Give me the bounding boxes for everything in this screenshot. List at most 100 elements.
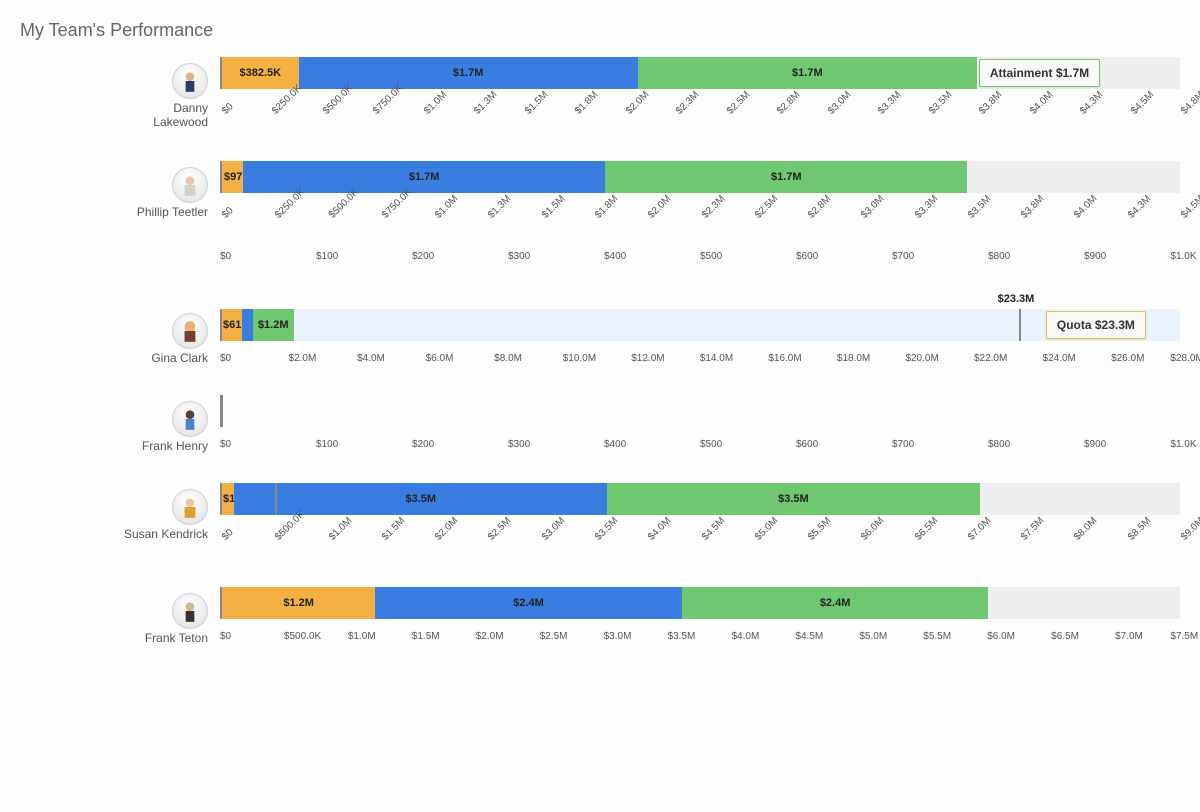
axis: $0 $2.0M $4.0M $6.0M $8.0M $10.0M $12.0M…: [220, 343, 1180, 365]
tick: $5.0M: [859, 631, 887, 642]
segment-blue: $2.4M: [375, 587, 682, 619]
tick: $1.0M: [348, 631, 376, 642]
tick: $4.5M: [700, 515, 727, 542]
tick: $9.0M: [1179, 515, 1200, 542]
tick: $7.5M: [1019, 515, 1046, 542]
tick: $2.5M: [753, 193, 780, 220]
tick: $0: [220, 205, 236, 221]
tick: $1.0M: [327, 515, 354, 542]
tick: $3.5M: [966, 193, 993, 220]
tick: $1.0K: [1170, 439, 1196, 450]
tick: $200: [412, 439, 434, 450]
quota-line: [275, 483, 277, 515]
tick: $22.0M: [974, 353, 1007, 364]
tick: $3.5M: [668, 631, 696, 642]
bar-track-empty: [220, 395, 1180, 427]
tick: $4.0M: [1028, 89, 1055, 116]
tick: $800: [988, 439, 1010, 450]
tick: $2.8M: [806, 193, 833, 220]
tick: $300: [508, 439, 530, 450]
axis: $0 $250.0K $500.0K $750.0K $1.0M $1.3M $…: [220, 91, 1180, 131]
tick: $8.0M: [494, 353, 522, 364]
perf-row-frank-henry: Frank Henry $0 $100 $200 $300 $400 $500 …: [20, 395, 1180, 453]
tick: $6.0M: [987, 631, 1015, 642]
person-name: Frank Henry: [142, 439, 208, 453]
tick: $2.0M: [624, 89, 651, 116]
tick: $4.5M: [1129, 89, 1156, 116]
tick: $28.0M: [1170, 353, 1200, 364]
segment-orange: $615: [222, 309, 242, 341]
tick: $3.3M: [913, 193, 940, 220]
tick: $7.0M: [966, 515, 993, 542]
avatar: [172, 593, 208, 629]
tick: $3.0M: [826, 89, 853, 116]
segment-green: $1.7M: [605, 161, 967, 193]
tick: $10.0M: [563, 353, 596, 364]
perf-row-phillip-teetler: Phillip Teetler $97.8K $1.7M $1.7M $0 $2…: [20, 161, 1180, 263]
segment-orange: $97.8K: [222, 161, 243, 193]
tick: $600: [796, 439, 818, 450]
tick: $4.0M: [646, 515, 673, 542]
attainment-tooltip: Attainment $1.7M: [979, 59, 1100, 87]
tick: $0: [220, 527, 236, 543]
tick: $3.0M: [859, 193, 886, 220]
axis: $0 $500.0K $1.0M $1.5M $2.0M $2.5M $3.0M…: [220, 517, 1180, 557]
tick: $700: [892, 251, 914, 262]
tick: $5.5M: [806, 515, 833, 542]
tick: $4.0M: [357, 353, 385, 364]
tick: $1.3M: [486, 193, 513, 220]
avatar: [172, 401, 208, 437]
bar-track: $382.5K $1.7M $1.7M Attainment $1.7M: [220, 57, 1180, 89]
tick: $2.5M: [725, 89, 752, 116]
tick: $1.8M: [573, 89, 600, 116]
tick: $0: [220, 101, 236, 117]
tick: $100: [316, 439, 338, 450]
quota-tooltip: Quota $23.3M: [1046, 311, 1146, 339]
perf-row-susan-kendrick: Susan Kendrick $119.5K $3.5M $3.5M $0 $5…: [20, 483, 1180, 557]
tick: $2.8M: [775, 89, 802, 116]
bar-track: $1.2M $2.4M $2.4M: [220, 587, 1180, 619]
perf-row-danny-lakewood: Danny Lakewood $382.5K $1.7M $1.7M Attai…: [20, 57, 1180, 131]
tick: $700: [892, 439, 914, 450]
tick: $6.0M: [859, 515, 886, 542]
tick: $0: [220, 251, 231, 262]
tick: $4.5M: [795, 631, 823, 642]
tick: $8.0M: [1072, 515, 1099, 542]
quota-value-label: $23.3M: [998, 293, 1035, 305]
tick: $1.0M: [422, 89, 449, 116]
tick: $8.5M: [1126, 515, 1153, 542]
tick: $16.0M: [768, 353, 801, 364]
perf-row-frank-teton: Frank Teton $1.2M $2.4M $2.4M $0 $500.0K…: [20, 587, 1180, 645]
tick: $800: [988, 251, 1010, 262]
tick: $3.5M: [927, 89, 954, 116]
tick: $0: [220, 353, 231, 364]
tick: $6.5M: [1051, 631, 1079, 642]
axis-flat: $0 $100 $200 $300 $400 $500 $600 $700 $8…: [220, 241, 1180, 263]
avatar: [172, 489, 208, 525]
segment-green: $1.2M: [253, 309, 294, 341]
tick: $4.3M: [1126, 193, 1153, 220]
tick: $900: [1084, 251, 1106, 262]
segment-orange: $1.2M: [222, 587, 375, 619]
tick: $4.0M: [1072, 193, 1099, 220]
tick: $4.8M: [1179, 89, 1200, 116]
axis: $0 $100 $200 $300 $400 $500 $600 $700 $8…: [220, 429, 1180, 451]
chart-area: Danny Lakewood $382.5K $1.7M $1.7M Attai…: [20, 57, 1180, 645]
tick: $300: [508, 251, 530, 262]
tick: $1.5M: [380, 515, 407, 542]
tick: $1.5M: [412, 631, 440, 642]
avatar: [172, 313, 208, 349]
tick: $14.0M: [700, 353, 733, 364]
segment-orange: $119.5K: [222, 483, 234, 515]
tick: $3.3M: [876, 89, 903, 116]
segment-green: $2.4M: [682, 587, 989, 619]
bar-track: $615 $1.2M Quota $23.3M: [220, 309, 1180, 341]
page-title: My Team's Performance: [20, 20, 1180, 41]
tick: $1.5M: [540, 193, 567, 220]
tick: $2.0M: [433, 515, 460, 542]
tick: $7.0M: [1115, 631, 1143, 642]
tick: $1.5M: [523, 89, 550, 116]
tick: $1.3M: [472, 89, 499, 116]
person-name: Gina Clark: [151, 351, 208, 365]
axis-rotated: $0 $250.0K $500.0K $750.0K $1.0M $1.3M $…: [220, 195, 1180, 235]
